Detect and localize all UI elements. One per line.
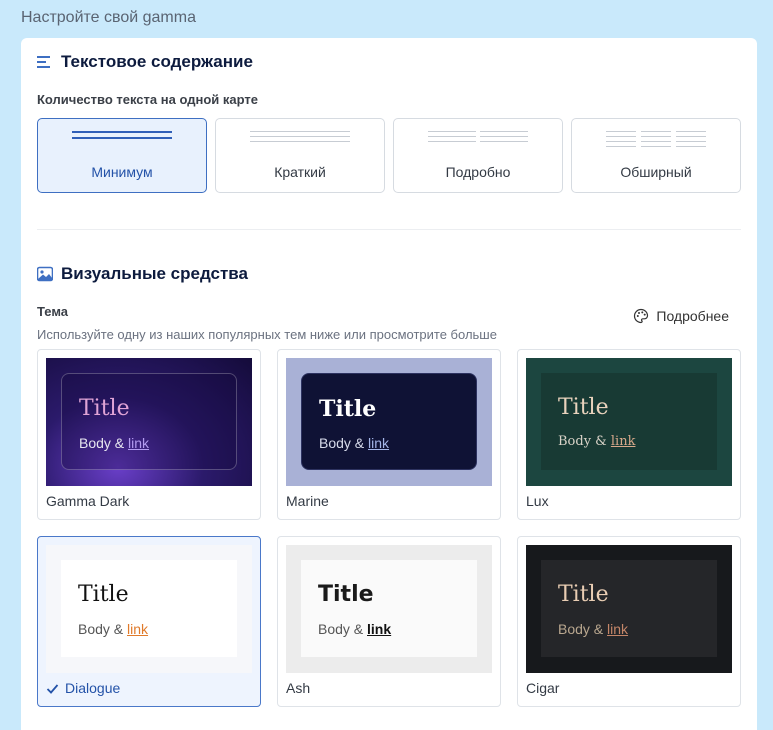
theme-preview: Title Body & link [526,545,732,673]
preview-title: Title [558,582,609,607]
preview-title: Title [318,582,374,607]
amount-option-detailed[interactable]: Подробно [393,118,563,193]
preview-title: Title [78,582,129,607]
theme-name-row: Dialogue [46,680,120,696]
theme-preview: Title Body & link [526,358,732,486]
preview-body: Body & link [319,435,389,451]
theme-preview: Title Body & link [46,358,252,486]
theme-name: Gamma Dark [46,493,130,509]
checkmark-icon [46,683,59,694]
text-section-title-label: Текстовое содержание [61,52,253,71]
text-amount-options: Минимум Краткий Подробно Обширный [37,118,741,193]
preview-link: link [368,435,390,451]
palette-icon [634,308,649,324]
section-divider [37,229,741,230]
preview-link: link [127,621,149,637]
theme-preview: Title Body & link [286,545,492,673]
amount-option-label: Минимум [91,164,153,180]
preview-body: Body & link [558,621,628,637]
more-themes-label: Подробнее [656,308,729,324]
theme-preview: Title Body & link [286,358,492,486]
preview-link: link [128,435,150,451]
amount-option-brief[interactable]: Краткий [215,118,385,193]
theme-name: Dialogue [65,680,121,696]
theme-name: Ash [286,680,311,696]
preview-title: Title [79,396,130,421]
page-heading: Настройте свой gamma [21,9,196,26]
theme-card-cigar[interactable]: Title Body & link Cigar [517,536,741,707]
preview-body: Body & link [78,621,148,637]
preview-body-text: Body & [558,434,607,449]
preview-link: link [367,621,392,637]
theme-preview: Title Body & link [46,545,252,673]
text-amount-label: Количество текста на одной карте [37,92,258,107]
preview-body: Body & link [558,434,635,449]
preview-body-text: Body & [79,435,125,451]
amount-option-label: Краткий [274,164,326,180]
visual-section-title-label: Визуальные средства [61,264,248,283]
theme-card-lux[interactable]: Title Body & link Lux [517,349,741,520]
text-align-icon [37,56,50,68]
preview-title: Title [558,395,609,420]
visual-section-title: Визуальные средства [37,264,248,284]
more-themes-button[interactable]: Подробнее [633,308,729,324]
amount-option-label: Обширный [620,164,692,180]
theme-label: Тема [37,304,69,319]
preview-title: Title [319,396,377,422]
text-section-title: Текстовое содержание [37,52,253,72]
preview-body-text: Body & [558,621,604,637]
theme-card-gamma-dark[interactable]: Title Body & link Gamma Dark [37,349,261,520]
preview-link: link [607,621,629,637]
preview-body-text: Body & [78,621,124,637]
preview-body: Body & link [79,435,149,451]
amount-option-minimum[interactable]: Минимум [37,118,207,193]
theme-card-ash[interactable]: Title Body & link Ash [277,536,501,707]
amount-option-label: Подробно [445,164,511,180]
preview-body-text: Body & [318,621,364,637]
preview-link: link [610,434,636,449]
theme-card-dialogue[interactable]: Title Body & link Dialogue [37,536,261,707]
amount-option-extensive[interactable]: Обширный [571,118,741,193]
theme-card-marine[interactable]: Title Body & link Marine [277,349,501,520]
preview-body: Body & link [318,621,391,637]
theme-name: Cigar [526,680,560,696]
image-icon [37,266,53,282]
theme-hint: Используйте одну из наших популярных тем… [37,327,497,342]
preview-body-text: Body & [319,435,365,451]
theme-name: Marine [286,493,329,509]
settings-panel: Текстовое содержание Количество текста н… [21,38,757,730]
theme-name: Lux [526,493,549,509]
